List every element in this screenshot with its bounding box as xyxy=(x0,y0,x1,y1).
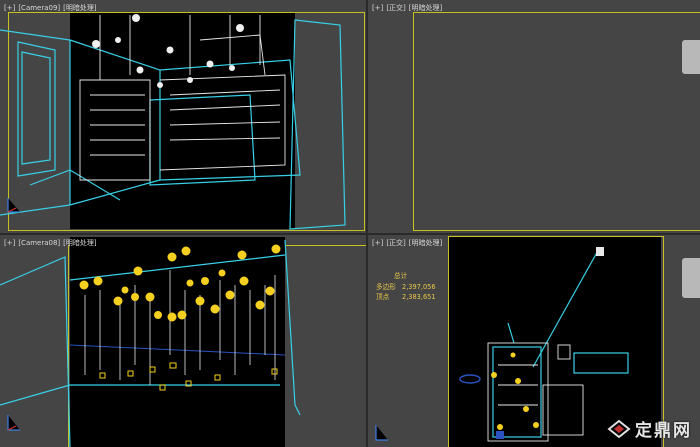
viewport-shading-mode[interactable]: [明暗处理] xyxy=(409,239,442,247)
stats-title: 总计 xyxy=(394,272,408,280)
safe-frame xyxy=(413,12,700,231)
viewport-shading-mode[interactable]: [明暗处理] xyxy=(63,239,96,247)
stats-vertices-value: 2,383,651 xyxy=(402,293,436,301)
viewport-menu-plus[interactable]: [+] xyxy=(4,239,15,247)
viewport-label-camera09[interactable]: [+] [Camera09] [明暗处理] xyxy=(4,3,100,13)
viewport-label-camera08[interactable]: [+] [Camera08] [明暗处理] xyxy=(4,238,100,248)
viewport-menu-plus[interactable]: [+] xyxy=(372,4,383,12)
viewport-shading-mode[interactable]: [明暗处理] xyxy=(63,4,96,12)
watermark-logo-icon xyxy=(607,419,631,438)
wireframe-scene-camera09 xyxy=(0,14,346,230)
viewport-camera-name[interactable]: [Camera09] xyxy=(18,4,60,12)
stats-polygons-label: 多边形 xyxy=(376,282,396,291)
viewport-shading-mode[interactable]: [明暗处理] xyxy=(409,4,442,12)
viewport-menu-plus[interactable]: [+] xyxy=(4,4,15,12)
viewport-ortho-top[interactable]: [+] [正交] [明暗处理] xyxy=(368,0,700,233)
viewport-camera09[interactable]: [+] [Camera09] [明暗处理] xyxy=(0,0,366,233)
stats-vertices-row: 顶点 2,383,651 xyxy=(376,292,436,303)
viewport-camera-name[interactable]: [正交] xyxy=(386,4,405,12)
side-panel-tab[interactable] xyxy=(682,258,700,298)
viewport-camera08[interactable]: [+] [Camera08] [明暗处理] xyxy=(0,235,366,447)
stats-polygons-value: 2,397,056 xyxy=(402,282,436,291)
watermark-text: 定鼎网 xyxy=(635,421,692,441)
viewport-camera-name[interactable]: [Camera08] xyxy=(18,239,60,247)
stats-vertices-label: 顶点 xyxy=(376,293,390,301)
stats-polygons-row: 多边形 2,397,056 xyxy=(376,282,436,293)
viewport-label-ortho-top[interactable]: [+] [正交] [明暗处理] xyxy=(372,3,445,13)
watermark: 定鼎网 xyxy=(607,416,692,441)
scene-statistics: 总计 多边形 2,397,056 顶点 2,383,651 xyxy=(376,271,436,303)
viewport-camera-name[interactable]: [正交] xyxy=(386,239,405,247)
wireframe-scene-camera08 xyxy=(0,239,301,447)
side-panel-tab[interactable] xyxy=(682,40,700,74)
viewport-label-ortho-bottom[interactable]: [+] [正交] [明暗处理] xyxy=(372,238,445,248)
viewport-menu-plus[interactable]: [+] xyxy=(372,239,383,247)
